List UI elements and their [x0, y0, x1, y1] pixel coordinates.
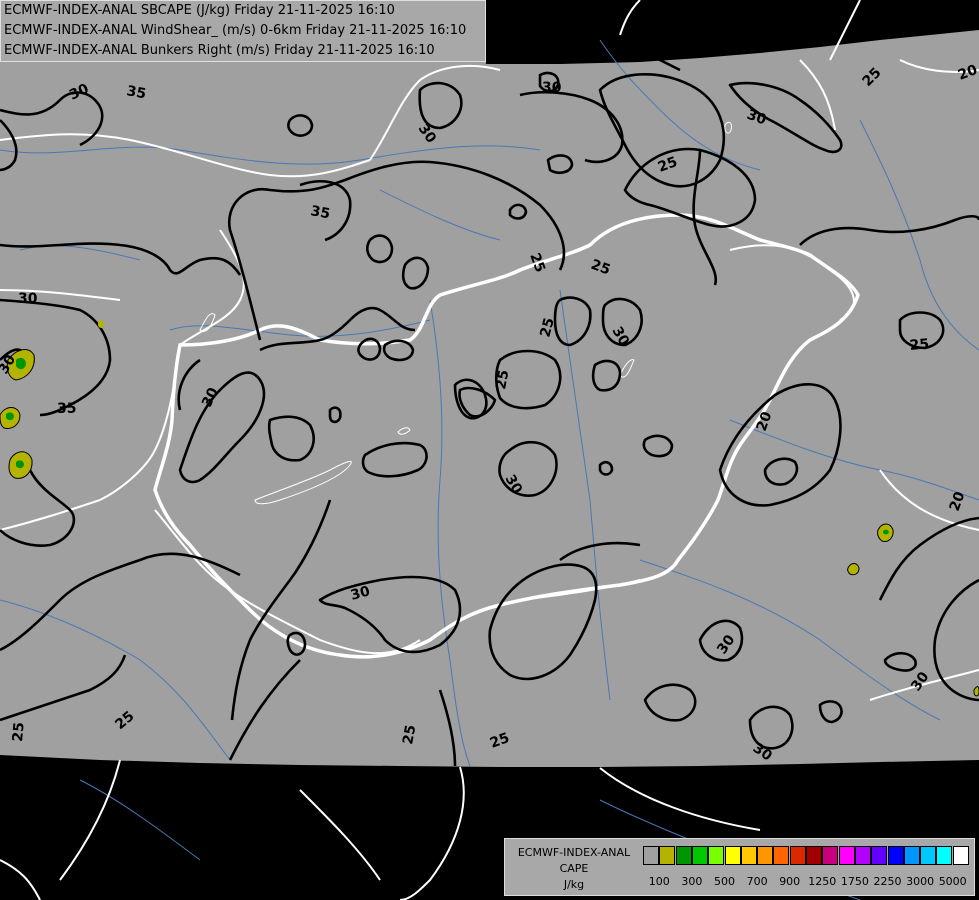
contour-label: 25 [10, 722, 28, 743]
legend-title-unit: J/kg [563, 878, 585, 891]
legend-swatch [920, 846, 937, 865]
legend-swatch [757, 846, 774, 865]
legend-swatch [789, 846, 806, 865]
legend-tick-label: 300 [681, 875, 703, 888]
legend-swatch [740, 846, 757, 865]
contour-label: 35 [125, 83, 147, 102]
map-title-box: ECMWF-INDEX-ANAL SBCAPE (J/kg) Friday 21… [0, 0, 486, 62]
legend-swatch [691, 846, 708, 865]
legend-tick-label: 900 [779, 875, 801, 888]
legend-swatch [643, 846, 659, 865]
legend-tick-label: 1250 [808, 875, 837, 888]
legend-swatch [838, 846, 855, 865]
contour-label: 25 [909, 336, 930, 354]
contour-label: 35 [309, 203, 331, 222]
legend-tick-label: 1750 [840, 875, 869, 888]
legend-swatch [952, 846, 969, 865]
contour-label: 30 [18, 291, 38, 307]
legend-title-model: ECMWF-INDEX-ANAL [517, 846, 631, 859]
legend-swatch [708, 846, 725, 865]
cape-legend: ECMWF-INDEX-ANAL CAPE J/kg 100 300 500 700 9… [504, 838, 975, 896]
legend-swatch [854, 846, 871, 865]
title-line-sbcape: ECMWF-INDEX-ANAL SBCAPE (J/kg) Friday 21… [4, 3, 395, 18]
legend-tick-label: 100 [648, 875, 670, 888]
legend-swatch [806, 846, 822, 865]
legend-swatch [724, 846, 741, 865]
legend-swatch [659, 846, 676, 865]
legend-tick-label: 700 [746, 875, 768, 888]
legend-tick-label: 500 [714, 875, 735, 888]
map-canvas: 30 35 30 30 25 20 35 30 25 25 25 30 25 2… [0, 0, 979, 900]
weather-map: 30 35 30 30 25 20 35 30 25 25 25 30 25 2… [0, 0, 979, 900]
legend-tick-label: 2250 [873, 875, 902, 888]
legend-tick-label: 5000 [938, 875, 967, 888]
title-line-bunkers: ECMWF-INDEX-ANAL Bunkers Right (m/s) Fri… [4, 43, 435, 58]
legend-swatch [871, 846, 888, 865]
legend-swatch [773, 846, 790, 865]
contour-label: 30 [542, 80, 562, 96]
legend-swatch [675, 846, 692, 865]
legend-swatch [936, 846, 953, 865]
legend-title-parameter: CAPE [559, 862, 589, 875]
legend-tick-label: 3000 [906, 875, 935, 888]
legend-swatch [887, 846, 904, 865]
legend-swatch [822, 846, 839, 865]
title-line-windshear: ECMWF-INDEX-ANAL WindShear_ (m/s) 0-6km … [4, 23, 467, 38]
contour-label: 35 [57, 401, 76, 417]
legend-swatch [903, 846, 920, 865]
contour-label: 25 [400, 724, 419, 746]
contour-label: 25 [493, 369, 512, 391]
